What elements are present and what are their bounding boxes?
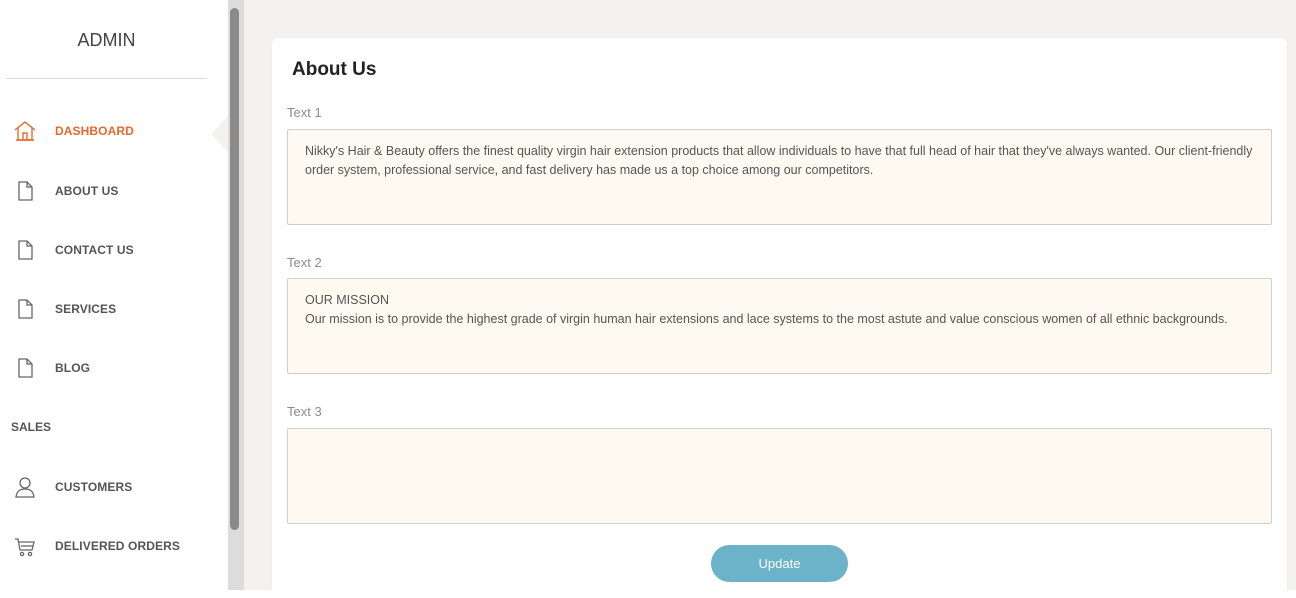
cart-icon: [13, 534, 37, 558]
page-title: About Us: [292, 59, 377, 80]
sidebar-item-label: SERVICES: [55, 302, 117, 316]
text3-field[interactable]: [287, 428, 1272, 524]
page-icon: [13, 356, 37, 380]
active-indicator: [211, 116, 228, 152]
brand-title: ADMIN: [6, 0, 207, 79]
text2-label: Text 2: [287, 255, 322, 270]
home-icon: [13, 119, 37, 143]
user-icon: [13, 475, 37, 499]
text2-field[interactable]: OUR MISSION Our mission is to provide th…: [287, 278, 1272, 374]
sidebar-item-dashboard[interactable]: DASHBOARD: [0, 111, 228, 151]
sidebar-item-about-us[interactable]: ABOUT US: [0, 171, 228, 211]
page-icon: [13, 238, 37, 262]
sidebar-item-label: CUSTOMERS: [55, 480, 133, 494]
sidebar-item-services[interactable]: SERVICES: [0, 289, 228, 329]
sidebar-item-label: ABOUT US: [55, 184, 119, 198]
text1-label: Text 1: [287, 105, 322, 120]
section-label-sales: SALES: [11, 420, 52, 434]
sidebar-item-blog[interactable]: BLOG: [0, 348, 228, 388]
sidebar-item-delivered-orders[interactable]: DELIVERED ORDERS: [0, 526, 228, 566]
text1-field[interactable]: Nikky's Hair & Beauty offers the finest …: [287, 129, 1272, 225]
update-button[interactable]: Update: [711, 545, 848, 582]
page-icon: [13, 297, 37, 321]
sidebar-item-label: DASHBOARD: [55, 124, 134, 138]
sidebar-scrollbar-thumb[interactable]: [230, 8, 239, 530]
sidebar-item-label: DELIVERED ORDERS: [55, 539, 180, 553]
main-content: About Us Text 1 Nikky's Hair & Beauty of…: [244, 0, 1296, 598]
sidebar: ADMIN DASHBOARD ABOUT US CONTACT US SERV…: [0, 0, 228, 590]
sidebar-item-label: CONTACT US: [55, 243, 134, 257]
text3-label: Text 3: [287, 404, 322, 419]
page-icon: [13, 179, 37, 203]
sidebar-item-customers[interactable]: CUSTOMERS: [0, 467, 228, 507]
sidebar-item-label: BLOG: [55, 361, 91, 375]
about-us-card: About Us Text 1 Nikky's Hair & Beauty of…: [272, 38, 1287, 598]
sidebar-item-contact-us[interactable]: CONTACT US: [0, 230, 228, 270]
